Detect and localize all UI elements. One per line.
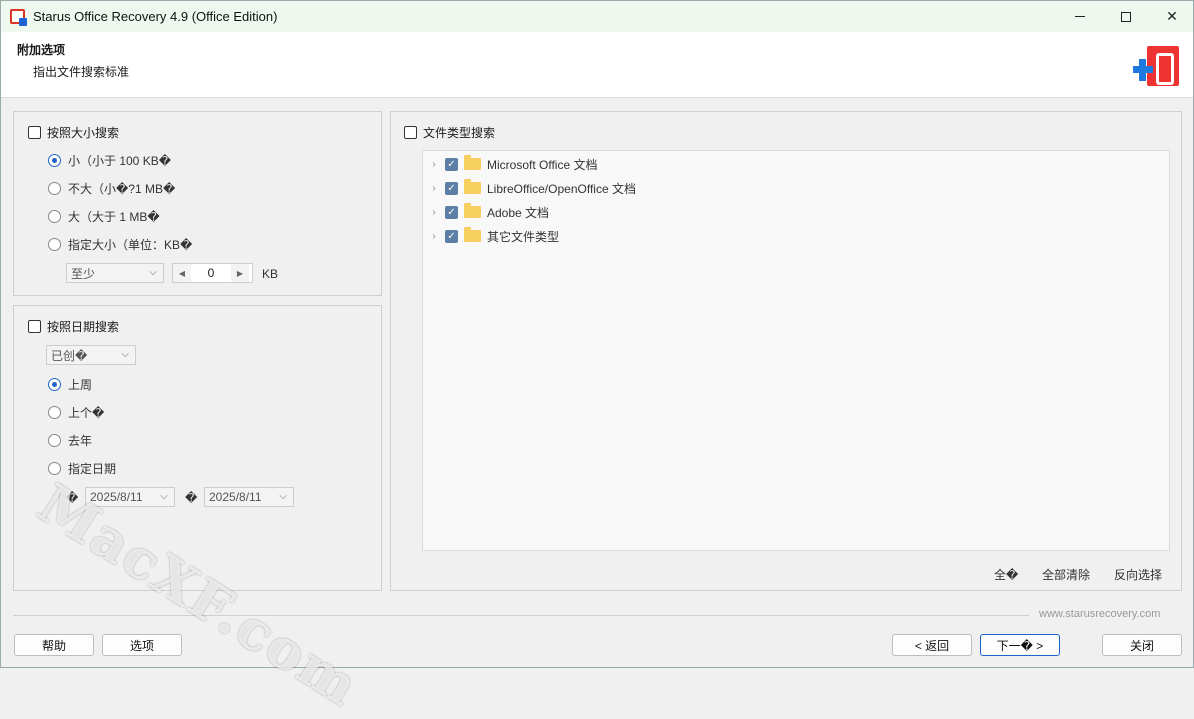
tree-item-microsoft-office[interactable]: › ✓ Microsoft Office 文档 (429, 153, 597, 175)
select-all-button[interactable]: 全� (994, 566, 1018, 583)
page-subtitle: 指出文件搜索标准 (33, 65, 130, 79)
radio-icon (48, 434, 61, 447)
size-option-label: 指定大小（单位：KB� (68, 238, 193, 252)
size-search-checkbox[interactable]: 按照大小搜索 (28, 124, 119, 141)
checked-icon[interactable]: ✓ (445, 181, 458, 195)
invert-selection-button[interactable]: 反向选择 (1114, 566, 1162, 583)
help-button[interactable]: 帮助 (14, 634, 94, 656)
tree-item-adobe[interactable]: › ✓ Adobe 文档 (429, 201, 549, 223)
from-date-value: 2025/8/11 (90, 490, 143, 504)
chevron-right-icon[interactable]: › (429, 231, 439, 242)
maximize-icon (1121, 11, 1131, 22)
title-bar[interactable]: Starus Office Recovery 4.9 (Office Editi… (1, 1, 1193, 32)
to-date-label: � (185, 491, 198, 505)
radio-checked-icon (48, 378, 61, 391)
chevron-right-icon[interactable]: › (429, 207, 439, 218)
size-option-small[interactable]: 小（小于 100 KB� (48, 152, 171, 169)
size-compare-select[interactable]: 至少 ⌵ (66, 263, 164, 283)
office-logo-icon (1133, 46, 1183, 88)
folder-icon (464, 203, 481, 218)
checked-icon[interactable]: ✓ (445, 157, 458, 171)
footer-divider (13, 615, 1029, 616)
clear-all-button[interactable]: 全部清除 (1042, 566, 1090, 583)
size-search-label: 按照大小搜索 (47, 126, 120, 140)
window-title: Starus Office Recovery 4.9 (Office Editi… (33, 9, 278, 24)
chevron-right-icon[interactable]: › (429, 183, 439, 194)
radio-icon (48, 182, 61, 195)
radio-icon (48, 238, 61, 251)
date-option-label: 上周 (68, 378, 93, 392)
minimize-button[interactable] (1057, 1, 1103, 32)
radio-icon (48, 210, 61, 223)
radio-checked-icon (48, 154, 61, 167)
date-mode-value: 已创� (51, 348, 88, 363)
size-unit: KB (262, 267, 279, 281)
maximize-button[interactable] (1103, 1, 1149, 32)
date-search-checkbox[interactable]: 按照日期搜索 (28, 318, 119, 335)
tree-item-label: Adobe 文档 (487, 205, 550, 220)
size-option-custom[interactable]: 指定大小（单位：KB� (48, 236, 192, 253)
file-type-tree[interactable]: › ✓ Microsoft Office 文档 › ✓ LibreOffice/… (422, 150, 1170, 551)
next-button[interactable]: 下一� > (980, 634, 1060, 656)
checkbox-icon (28, 320, 41, 333)
date-mode-select[interactable]: 已创� ⌵ (46, 345, 136, 365)
app-window: Starus Office Recovery 4.9 (Office Editi… (0, 0, 1194, 719)
radio-icon (48, 406, 61, 419)
chevron-down-icon: ⌵ (279, 491, 287, 502)
size-option-label: 小（小于 100 KB� (68, 154, 172, 168)
date-option-custom[interactable]: 指定日期 (48, 460, 116, 477)
checked-icon[interactable]: ✓ (445, 205, 458, 219)
close-icon: ✕ (1166, 8, 1178, 24)
date-option-label: 去年 (68, 434, 93, 448)
close-button[interactable]: 关闭 (1102, 634, 1182, 656)
checkbox-icon (404, 126, 417, 139)
size-compare-value: 至少 (71, 266, 96, 281)
radio-icon (48, 462, 61, 475)
tree-item-libreoffice[interactable]: › ✓ LibreOffice/OpenOffice 文档 (429, 177, 636, 199)
to-date-value: 2025/8/11 (209, 490, 262, 504)
file-type-search-checkbox[interactable]: 文件类型搜索 (404, 124, 495, 141)
size-option-label: 不大（小�?1 MB� (68, 182, 176, 196)
close-window-button[interactable]: ✕ (1149, 1, 1194, 32)
size-option-label: 大（大于 1 MB� (68, 210, 160, 224)
date-option-label: 上个� (68, 406, 105, 420)
from-date-label: � (66, 491, 79, 505)
options-button[interactable]: 选项 (102, 634, 182, 656)
size-value[interactable]: 0 (191, 266, 231, 280)
decrement-button[interactable]: ◀ (173, 264, 191, 282)
size-option-medium[interactable]: 不大（小�?1 MB� (48, 180, 175, 197)
to-date-picker[interactable]: 2025/8/11 ⌵ (204, 487, 294, 507)
date-option-last-year[interactable]: 去年 (48, 432, 92, 449)
chevron-down-icon: ⌵ (121, 349, 129, 360)
chevron-down-icon: ⌵ (149, 267, 157, 278)
minimize-icon (1075, 16, 1085, 17)
app-logo-icon (10, 9, 27, 26)
date-search-label: 按照日期搜索 (47, 320, 120, 334)
tree-item-label: 其它文件类型 (487, 229, 560, 244)
size-option-large[interactable]: 大（大于 1 MB� (48, 208, 160, 225)
date-option-last-month[interactable]: 上个� (48, 404, 104, 421)
chevron-right-icon[interactable]: › (429, 159, 439, 170)
increment-button[interactable]: ▶ (231, 264, 249, 282)
back-button[interactable]: < 返回 (892, 634, 972, 656)
page-title: 附加选项 (17, 43, 66, 57)
checked-icon[interactable]: ✓ (445, 229, 458, 243)
wizard-header: 附加选项 指出文件搜索标准 (1, 32, 1193, 98)
folder-icon (464, 155, 481, 170)
checkbox-icon (28, 126, 41, 139)
website-label: www.starusrecovery.com (1039, 608, 1161, 620)
size-value-spinner[interactable]: ◀ 0 ▶ (172, 263, 253, 283)
date-option-label: 指定日期 (68, 462, 117, 476)
tree-item-other-types[interactable]: › ✓ 其它文件类型 (429, 225, 559, 247)
tree-item-label: LibreOffice/OpenOffice 文档 (487, 181, 636, 196)
folder-icon (464, 227, 481, 242)
chevron-down-icon: ⌵ (160, 491, 168, 502)
file-type-search-label: 文件类型搜索 (423, 126, 496, 140)
folder-icon (464, 179, 481, 194)
date-option-last-week[interactable]: 上周 (48, 376, 92, 393)
from-date-picker[interactable]: 2025/8/11 ⌵ (85, 487, 175, 507)
tree-item-label: Microsoft Office 文档 (487, 157, 598, 172)
